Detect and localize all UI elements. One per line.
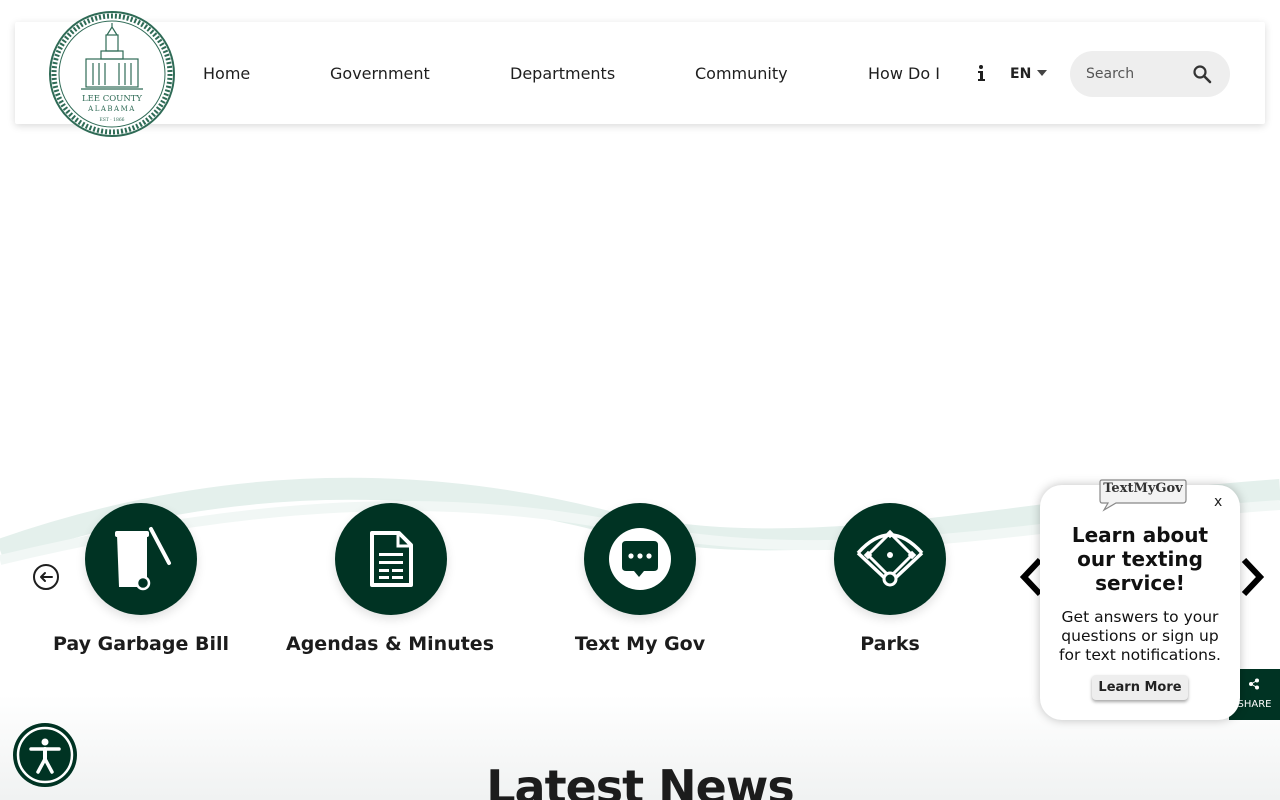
nav-community[interactable]: Community <box>695 64 788 83</box>
quick-link-pay-garbage-bill[interactable] <box>85 503 197 615</box>
nav-home[interactable]: Home <box>203 64 250 83</box>
nav-departments[interactable]: Departments <box>510 64 615 83</box>
search-icon[interactable] <box>1192 64 1212 84</box>
language-selector[interactable]: EN <box>1010 66 1031 82</box>
latest-news-heading: Latest News <box>486 760 795 800</box>
garbage-can-icon <box>115 527 171 591</box>
popup-description: Get answers to your questions or sign up… <box>1059 608 1221 664</box>
chevron-right-icon[interactable] <box>1240 556 1266 598</box>
learn-more-button[interactable]: Learn More <box>1092 675 1188 700</box>
textmygov-brand: TextMyGov <box>1103 481 1183 496</box>
nav-how-do-i[interactable]: How Do I <box>868 64 940 83</box>
caret-down-icon[interactable] <box>1037 70 1047 76</box>
svg-text:LEE COUNTY: LEE COUNTY <box>82 94 142 104</box>
chat-bubble-icon <box>609 528 671 590</box>
info-icon[interactable] <box>974 64 988 82</box>
svg-text:EST · 1866: EST · 1866 <box>99 117 124 123</box>
svg-text:ALABAMA: ALABAMA <box>87 105 136 113</box>
quick-link-text-my-gov[interactable] <box>584 503 696 615</box>
quick-link-label[interactable]: Pay Garbage Bill <box>21 633 261 655</box>
carousel-prev-icon[interactable] <box>32 563 60 591</box>
nav-government[interactable]: Government <box>330 64 430 83</box>
popup-title: Learn about our texting service! <box>1071 523 1209 595</box>
quick-link-label[interactable]: Parks <box>770 633 1010 655</box>
quick-link-label[interactable]: Text My Gov <box>520 633 760 655</box>
quick-link-label[interactable]: Agendas & Minutes <box>270 633 510 655</box>
county-seal-logo[interactable]: LEE COUNTY ALABAMA EST · 1866 <box>49 11 175 137</box>
quick-link-agendas-minutes[interactable] <box>335 503 447 615</box>
baseball-diamond-icon <box>856 529 924 587</box>
search-input[interactable] <box>1086 63 1186 85</box>
close-icon[interactable]: x <box>1214 494 1222 510</box>
document-icon <box>370 531 413 587</box>
quick-link-parks[interactable] <box>834 503 946 615</box>
share-icon <box>1249 678 1259 690</box>
